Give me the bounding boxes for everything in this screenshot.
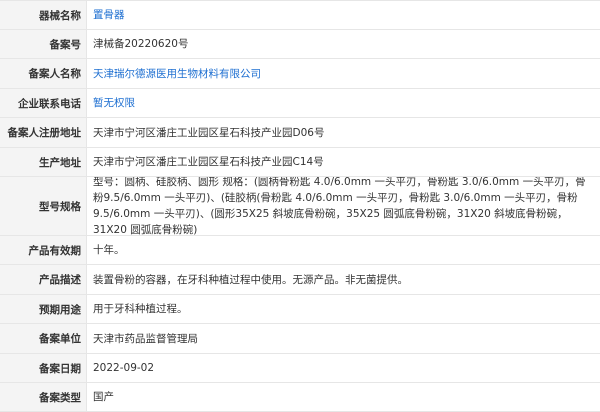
device-name-value: 置骨器 xyxy=(87,1,600,29)
intended-use-value: 用于牙科种植过程。 xyxy=(93,303,188,315)
row-model-spec: 型号规格 型号：圆柄、硅胶柄、圆形 规格：(圆柄骨粉匙 4.0/6.0mm 一头… xyxy=(0,177,600,236)
filing-type-label: 备案类型 xyxy=(0,383,87,411)
row-device-name: 器械名称 置骨器 xyxy=(0,1,600,30)
record-number-value: 津械备20220620号 xyxy=(93,38,189,50)
record-number-label: 备案号 xyxy=(0,30,87,58)
company-phone-link[interactable]: 暂无权限 xyxy=(93,95,135,111)
device-name-link[interactable]: 置骨器 xyxy=(93,7,125,23)
row-record-number: 备案号 津械备20220620号 xyxy=(0,30,600,59)
row-filing-type: 备案类型 国产 xyxy=(0,383,600,412)
registered-address-value: 天津市宁河区潘庄工业园区星石科技产业园D06号 xyxy=(93,126,325,139)
row-intended-use: 预期用途 用于牙科种植过程。 xyxy=(0,295,600,324)
device-name-label: 器械名称 xyxy=(0,1,87,29)
model-spec-label: 型号规格 xyxy=(0,177,87,235)
registrant-name-label: 备案人名称 xyxy=(0,59,87,88)
filing-unit-value: 天津市药品监督管理局 xyxy=(93,332,198,345)
filing-unit-label: 备案单位 xyxy=(0,324,87,353)
row-registered-address: 备案人注册地址 天津市宁河区潘庄工业园区星石科技产业园D06号 xyxy=(0,118,600,148)
registrant-name-value: 天津瑞尔德源医用生物材料有限公司 xyxy=(87,59,600,88)
intended-use-label: 预期用途 xyxy=(0,295,87,323)
validity-value: 十年。 xyxy=(93,244,125,256)
description-value: 装置骨粉的容器，在牙科种植过程中使用。无源产品。非无菌提供。 xyxy=(93,273,408,286)
filing-date-label: 备案日期 xyxy=(0,354,87,382)
validity-label: 产品有效期 xyxy=(0,236,87,264)
production-address-value: 天津市宁河区潘庄工业园区星石科技产业园C14号 xyxy=(93,156,324,168)
row-filing-unit: 备案单位 天津市药品监督管理局 xyxy=(0,324,600,354)
row-validity: 产品有效期 十年。 xyxy=(0,236,600,265)
row-description: 产品描述 装置骨粉的容器，在牙科种植过程中使用。无源产品。非无菌提供。 xyxy=(0,265,600,295)
model-spec-text: 型号：圆柄、硅胶柄、圆形 规格：(圆柄骨粉匙 4.0/6.0mm 一头平刃，骨粉… xyxy=(93,177,586,235)
registered-address-label: 备案人注册地址 xyxy=(0,118,87,147)
row-filing-date: 备案日期 2022-09-02 xyxy=(0,354,600,383)
row-registrant-name: 备案人名称 天津瑞尔德源医用生物材料有限公司 xyxy=(0,59,600,89)
company-phone-label: 企业联系电话 xyxy=(0,89,87,117)
filing-date-value: 2022-09-02 xyxy=(93,362,155,374)
model-spec-value: 型号：圆柄、硅胶柄、圆形 规格：(圆柄骨粉匙 4.0/6.0mm 一头平刃，骨粉… xyxy=(87,177,600,235)
row-production-address: 生产地址 天津市宁河区潘庄工业园区星石科技产业园C14号 xyxy=(0,148,600,177)
record-detail-table: 器械名称 置骨器 备案号 津械备20220620号 备案人名称 天津瑞尔德源医用… xyxy=(0,0,600,412)
company-phone-value: 暂无权限 xyxy=(87,89,600,117)
filing-type-value: 国产 xyxy=(93,391,114,403)
registrant-name-link[interactable]: 天津瑞尔德源医用生物材料有限公司 xyxy=(93,66,261,82)
row-company-phone: 企业联系电话 暂无权限 xyxy=(0,89,600,118)
production-address-label: 生产地址 xyxy=(0,148,87,176)
description-label: 产品描述 xyxy=(0,265,87,294)
